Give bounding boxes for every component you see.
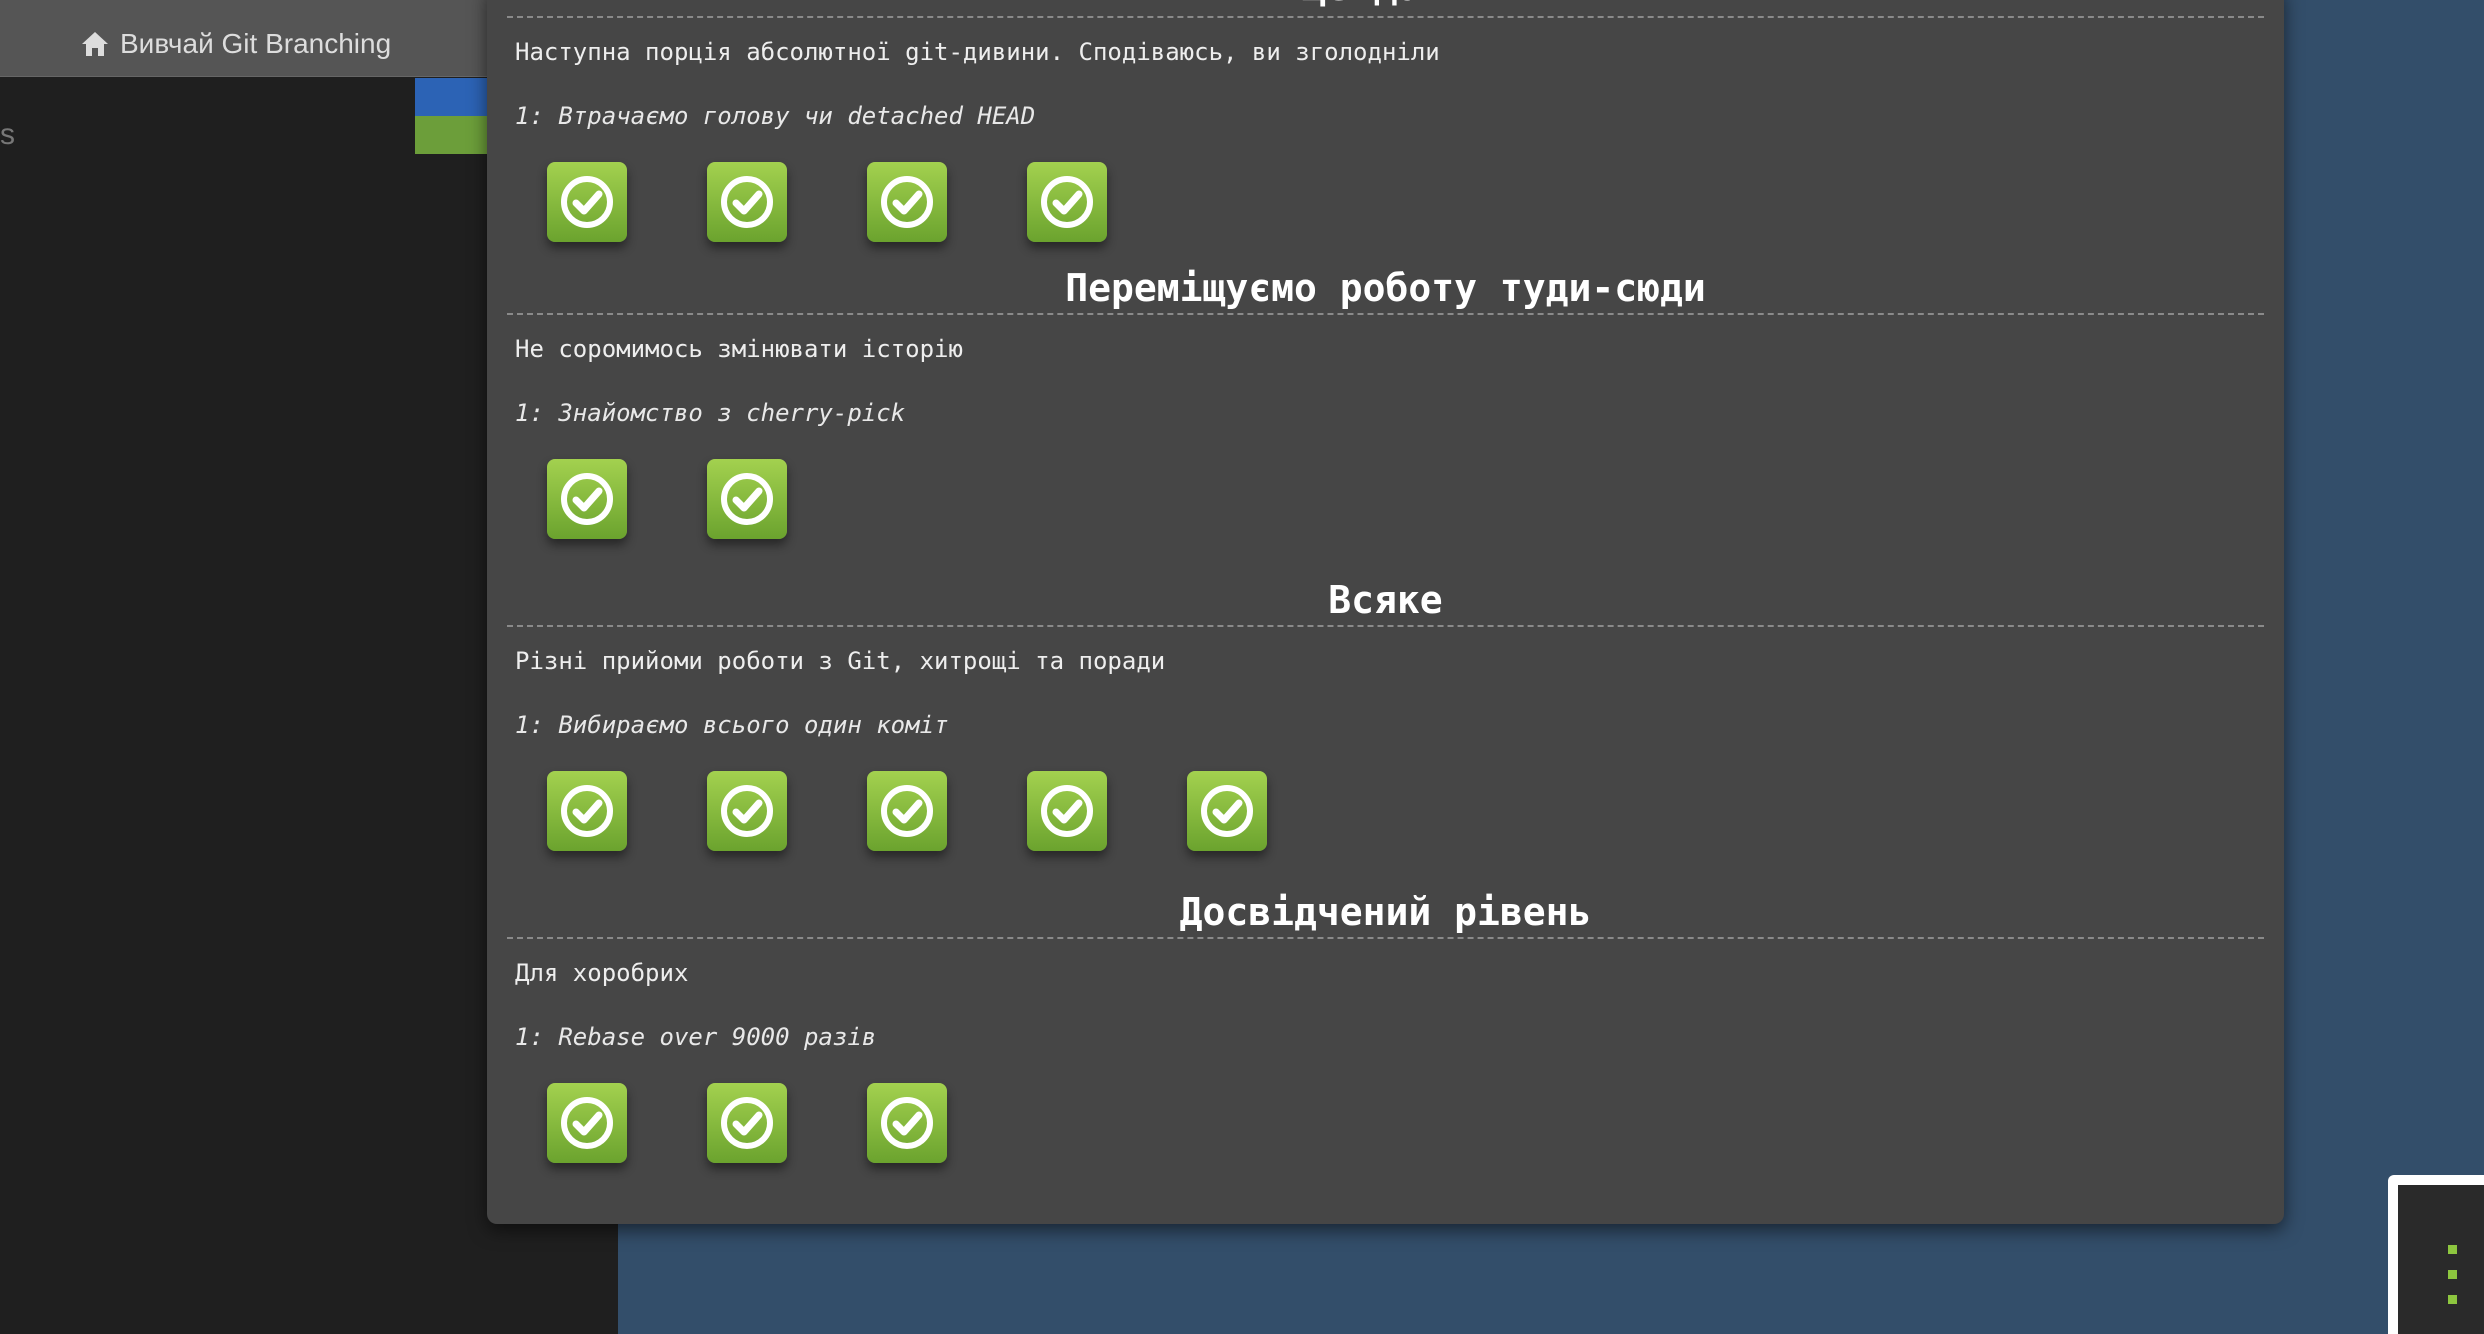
level-icons	[547, 771, 2264, 851]
level-button-complete[interactable]	[707, 1083, 787, 1163]
level-button-complete[interactable]	[707, 162, 787, 242]
level-button-complete[interactable]	[547, 771, 627, 851]
home-icon	[82, 32, 108, 56]
home-title-text: Вивчай Git Branching	[120, 28, 392, 59]
level-name: 1: Знайомство з cherry-pick	[515, 399, 906, 427]
check-circle-icon	[561, 176, 613, 228]
check-circle-icon	[561, 1097, 613, 1149]
section-moving-work: Переміщуємо роботу туди-сюди Не соромимо…	[507, 263, 2264, 539]
level-button-complete[interactable]	[707, 771, 787, 851]
check-circle-icon	[1041, 785, 1093, 837]
section-divider	[507, 625, 2264, 627]
thumbnail-preview	[2398, 1185, 2484, 1334]
check-circle-icon	[881, 785, 933, 837]
level-name: 1: Rebase over 9000 разів	[515, 1023, 877, 1051]
section-divider	[507, 313, 2264, 315]
thumbnail-dot	[2448, 1295, 2457, 1304]
thumbnail-dot	[2448, 1270, 2457, 1279]
level-name: 1: Втрачаємо голову чи detached HEAD	[515, 102, 1036, 130]
section-about: Не соромимось змінювати історію	[515, 335, 963, 363]
section-title: Досвідчений рівень	[1179, 890, 1592, 934]
section-divider	[507, 937, 2264, 939]
check-circle-icon	[721, 785, 773, 837]
level-button-complete[interactable]	[707, 459, 787, 539]
level-button-complete[interactable]	[867, 162, 947, 242]
check-circle-icon	[1041, 176, 1093, 228]
level-name: 1: Вибираємо всього один коміт	[515, 711, 949, 739]
section-title: Всяке	[1328, 578, 1443, 622]
level-button-complete[interactable]	[1027, 162, 1107, 242]
check-circle-icon	[561, 473, 613, 525]
level-icons	[547, 162, 2264, 242]
level-button-complete[interactable]	[1027, 771, 1107, 851]
level-button-complete[interactable]	[547, 162, 627, 242]
section-about: Різні прийоми роботи з Git, хитрощі та п…	[515, 647, 1166, 675]
check-circle-icon	[721, 176, 773, 228]
section-advanced: Досвідчений рівень Для хоробрих 1: Rebas…	[507, 887, 2264, 1163]
partial-text: s	[0, 118, 15, 151]
check-circle-icon	[721, 473, 773, 525]
level-button-complete[interactable]	[1187, 771, 1267, 851]
level-button-complete[interactable]	[867, 1083, 947, 1163]
section-divider	[507, 16, 2264, 18]
section-about: Наступна порція абсолютної git-дивини. С…	[515, 38, 1440, 66]
section-title: Переміщуємо роботу туди-сюди	[1065, 266, 1706, 310]
check-circle-icon	[881, 1097, 933, 1149]
app-header: Вивчай Git Branching	[0, 0, 520, 77]
thumbnail-dot	[2448, 1245, 2457, 1254]
section-title-cut: Ще далі	[487, 0, 2284, 10]
section-about: Для хоробрих	[515, 959, 689, 987]
section-detached-head: Наступна порція абсолютної git-дивини. С…	[507, 16, 2264, 242]
home-link[interactable]: Вивчай Git Branching	[80, 28, 391, 60]
check-circle-icon	[881, 176, 933, 228]
check-circle-icon	[1201, 785, 1253, 837]
level-icons	[547, 459, 2264, 539]
level-button-complete[interactable]	[547, 459, 627, 539]
level-button-complete[interactable]	[867, 771, 947, 851]
section-mixed-bag: Всяке Різні прийоми роботи з Git, хитрощ…	[507, 575, 2264, 851]
window-thumbnail[interactable]	[2388, 1175, 2484, 1334]
level-button-complete[interactable]	[547, 1083, 627, 1163]
level-icons	[547, 1083, 2264, 1163]
check-circle-icon	[561, 785, 613, 837]
check-circle-icon	[721, 1097, 773, 1149]
level-select-modal: Ще далі Наступна порція абсолютної git-д…	[487, 0, 2284, 1224]
